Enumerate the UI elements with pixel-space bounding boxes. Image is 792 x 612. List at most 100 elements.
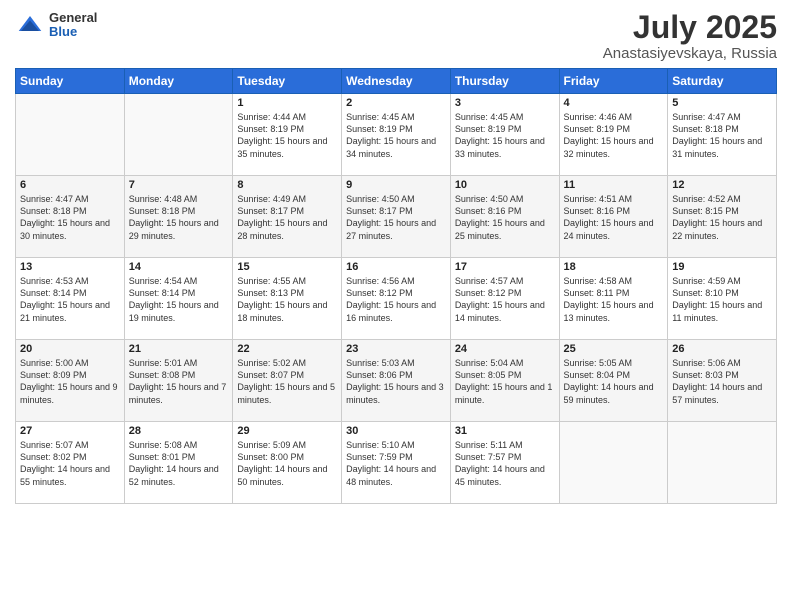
day-info: Sunrise: 4:55 AMSunset: 8:13 PMDaylight:…	[237, 275, 337, 324]
header-wednesday: Wednesday	[342, 69, 451, 94]
day-info: Sunrise: 4:45 AMSunset: 8:19 PMDaylight:…	[346, 111, 446, 160]
day-number: 17	[455, 261, 555, 273]
day-info: Sunrise: 5:00 AMSunset: 8:09 PMDaylight:…	[20, 357, 120, 406]
table-row: 30 Sunrise: 5:10 AMSunset: 7:59 PMDayligh…	[342, 422, 451, 504]
day-info: Sunrise: 4:57 AMSunset: 8:12 PMDaylight:…	[455, 275, 555, 324]
table-row	[124, 94, 233, 176]
table-row: 3Sunrise: 4:45 AMSunset: 8:19 PMDaylight…	[450, 94, 559, 176]
day-number: 27	[20, 425, 120, 437]
day-info: Sunrise: 4:47 AMSunset: 8:18 PMDaylight:…	[672, 111, 772, 160]
table-row	[668, 422, 777, 504]
table-row: 8 Sunrise: 4:49 AMSunset: 8:17 PMDaylight…	[233, 176, 342, 258]
day-number: 28	[129, 425, 229, 437]
table-row: 6 Sunrise: 4:47 AMSunset: 8:18 PMDaylight…	[16, 176, 125, 258]
table-row: 25 Sunrise: 5:05 AMSunset: 8:04 PMDayligh…	[559, 340, 668, 422]
day-info: Sunrise: 5:07 AMSunset: 8:02 PMDaylight:…	[20, 439, 120, 488]
day-number: 5	[672, 97, 772, 109]
day-number: 10	[455, 179, 555, 191]
table-row: 20 Sunrise: 5:00 AMSunset: 8:09 PMDayligh…	[16, 340, 125, 422]
day-number: 13	[20, 261, 120, 273]
table-row	[559, 422, 668, 504]
header-saturday: Saturday	[668, 69, 777, 94]
table-row: 1Sunrise: 4:44 AMSunset: 8:19 PMDaylight…	[233, 94, 342, 176]
table-row: 27 Sunrise: 5:07 AMSunset: 8:02 PMDayligh…	[16, 422, 125, 504]
day-info: Sunrise: 4:48 AMSunset: 8:18 PMDaylight:…	[129, 193, 229, 242]
day-info: Sunrise: 4:49 AMSunset: 8:17 PMDaylight:…	[237, 193, 337, 242]
logo-icon	[15, 10, 45, 40]
header-thursday: Thursday	[450, 69, 559, 94]
header-friday: Friday	[559, 69, 668, 94]
title-block: July 2025 Anastasiyevskaya, Russia	[603, 10, 777, 62]
table-row	[16, 94, 125, 176]
table-row: 13 Sunrise: 4:53 AMSunset: 8:14 PMDayligh…	[16, 258, 125, 340]
day-info: Sunrise: 4:50 AMSunset: 8:17 PMDaylight:…	[346, 193, 446, 242]
logo-text: General Blue	[49, 11, 97, 40]
day-number: 8	[237, 179, 337, 191]
logo: General Blue	[15, 10, 97, 40]
table-row: 7 Sunrise: 4:48 AMSunset: 8:18 PMDaylight…	[124, 176, 233, 258]
table-row: 12Sunrise: 4:52 AMSunset: 8:15 PMDayligh…	[668, 176, 777, 258]
calendar-table: Sunday Monday Tuesday Wednesday Thursday…	[15, 68, 777, 504]
day-number: 12	[672, 179, 772, 191]
table-row: 5 Sunrise: 4:47 AMSunset: 8:18 PMDaylight…	[668, 94, 777, 176]
day-info: Sunrise: 5:04 AMSunset: 8:05 PMDaylight:…	[455, 357, 555, 406]
page-header: General Blue July 2025 Anastasiyevskaya,…	[15, 10, 777, 62]
day-number: 30	[346, 425, 446, 437]
table-row: 17 Sunrise: 4:57 AMSunset: 8:12 PMDayligh…	[450, 258, 559, 340]
table-row: 9Sunrise: 4:50 AMSunset: 8:17 PMDaylight…	[342, 176, 451, 258]
calendar-header-row: Sunday Monday Tuesday Wednesday Thursday…	[16, 69, 777, 94]
day-info: Sunrise: 4:59 AMSunset: 8:10 PMDaylight:…	[672, 275, 772, 324]
table-row: 23Sunrise: 5:03 AMSunset: 8:06 PMDayligh…	[342, 340, 451, 422]
day-number: 18	[564, 261, 664, 273]
day-number: 29	[237, 425, 337, 437]
day-number: 11	[564, 179, 664, 191]
calendar-title: July 2025	[603, 10, 777, 45]
day-info: Sunrise: 5:01 AMSunset: 8:08 PMDaylight:…	[129, 357, 229, 406]
day-info: Sunrise: 4:44 AMSunset: 8:19 PMDaylight:…	[237, 111, 337, 160]
table-row: 28 Sunrise: 5:08 AMSunset: 8:01 PMDayligh…	[124, 422, 233, 504]
table-row: 19 Sunrise: 4:59 AMSunset: 8:10 PMDayligh…	[668, 258, 777, 340]
day-info: Sunrise: 4:45 AMSunset: 8:19 PMDaylight:…	[455, 111, 555, 160]
day-number: 21	[129, 343, 229, 355]
header-monday: Monday	[124, 69, 233, 94]
header-sunday: Sunday	[16, 69, 125, 94]
table-row: 18Sunrise: 4:58 AMSunset: 8:11 PMDayligh…	[559, 258, 668, 340]
day-number: 26	[672, 343, 772, 355]
day-info: Sunrise: 5:08 AMSunset: 8:01 PMDaylight:…	[129, 439, 229, 488]
day-info: Sunrise: 5:05 AMSunset: 8:04 PMDaylight:…	[564, 357, 664, 406]
day-info: Sunrise: 4:50 AMSunset: 8:16 PMDaylight:…	[455, 193, 555, 242]
calendar-subtitle: Anastasiyevskaya, Russia	[603, 45, 777, 62]
day-info: Sunrise: 4:56 AMSunset: 8:12 PMDaylight:…	[346, 275, 446, 324]
table-row: 24 Sunrise: 5:04 AMSunset: 8:05 PMDayligh…	[450, 340, 559, 422]
day-number: 6	[20, 179, 120, 191]
day-number: 20	[20, 343, 120, 355]
table-row: 26 Sunrise: 5:06 AMSunset: 8:03 PMDayligh…	[668, 340, 777, 422]
table-row: 21 Sunrise: 5:01 AMSunset: 8:08 PMDayligh…	[124, 340, 233, 422]
day-info: Sunrise: 5:06 AMSunset: 8:03 PMDaylight:…	[672, 357, 772, 406]
day-number: 19	[672, 261, 772, 273]
day-number: 22	[237, 343, 337, 355]
table-row: 10 Sunrise: 4:50 AMSunset: 8:16 PMDayligh…	[450, 176, 559, 258]
table-row: 31Sunrise: 5:11 AMSunset: 7:57 PMDayligh…	[450, 422, 559, 504]
day-number: 23	[346, 343, 446, 355]
table-row: 22 Sunrise: 5:02 AMSunset: 8:07 PMDayligh…	[233, 340, 342, 422]
day-info: Sunrise: 5:09 AMSunset: 8:00 PMDaylight:…	[237, 439, 337, 488]
day-number: 15	[237, 261, 337, 273]
table-row: 14Sunrise: 4:54 AMSunset: 8:14 PMDayligh…	[124, 258, 233, 340]
day-info: Sunrise: 5:10 AMSunset: 7:59 PMDaylight:…	[346, 439, 446, 488]
day-number: 4	[564, 97, 664, 109]
day-info: Sunrise: 4:46 AMSunset: 8:19 PMDaylight:…	[564, 111, 664, 160]
day-info: Sunrise: 4:51 AMSunset: 8:16 PMDaylight:…	[564, 193, 664, 242]
day-info: Sunrise: 4:47 AMSunset: 8:18 PMDaylight:…	[20, 193, 120, 242]
day-info: Sunrise: 5:02 AMSunset: 8:07 PMDaylight:…	[237, 357, 337, 406]
table-row: 2Sunrise: 4:45 AMSunset: 8:19 PMDaylight…	[342, 94, 451, 176]
day-info: Sunrise: 4:53 AMSunset: 8:14 PMDaylight:…	[20, 275, 120, 324]
day-number: 7	[129, 179, 229, 191]
day-number: 24	[455, 343, 555, 355]
table-row: 29 Sunrise: 5:09 AMSunset: 8:00 PMDayligh…	[233, 422, 342, 504]
day-number: 25	[564, 343, 664, 355]
header-tuesday: Tuesday	[233, 69, 342, 94]
table-row: 15 Sunrise: 4:55 AMSunset: 8:13 PMDayligh…	[233, 258, 342, 340]
day-number: 31	[455, 425, 555, 437]
day-number: 14	[129, 261, 229, 273]
